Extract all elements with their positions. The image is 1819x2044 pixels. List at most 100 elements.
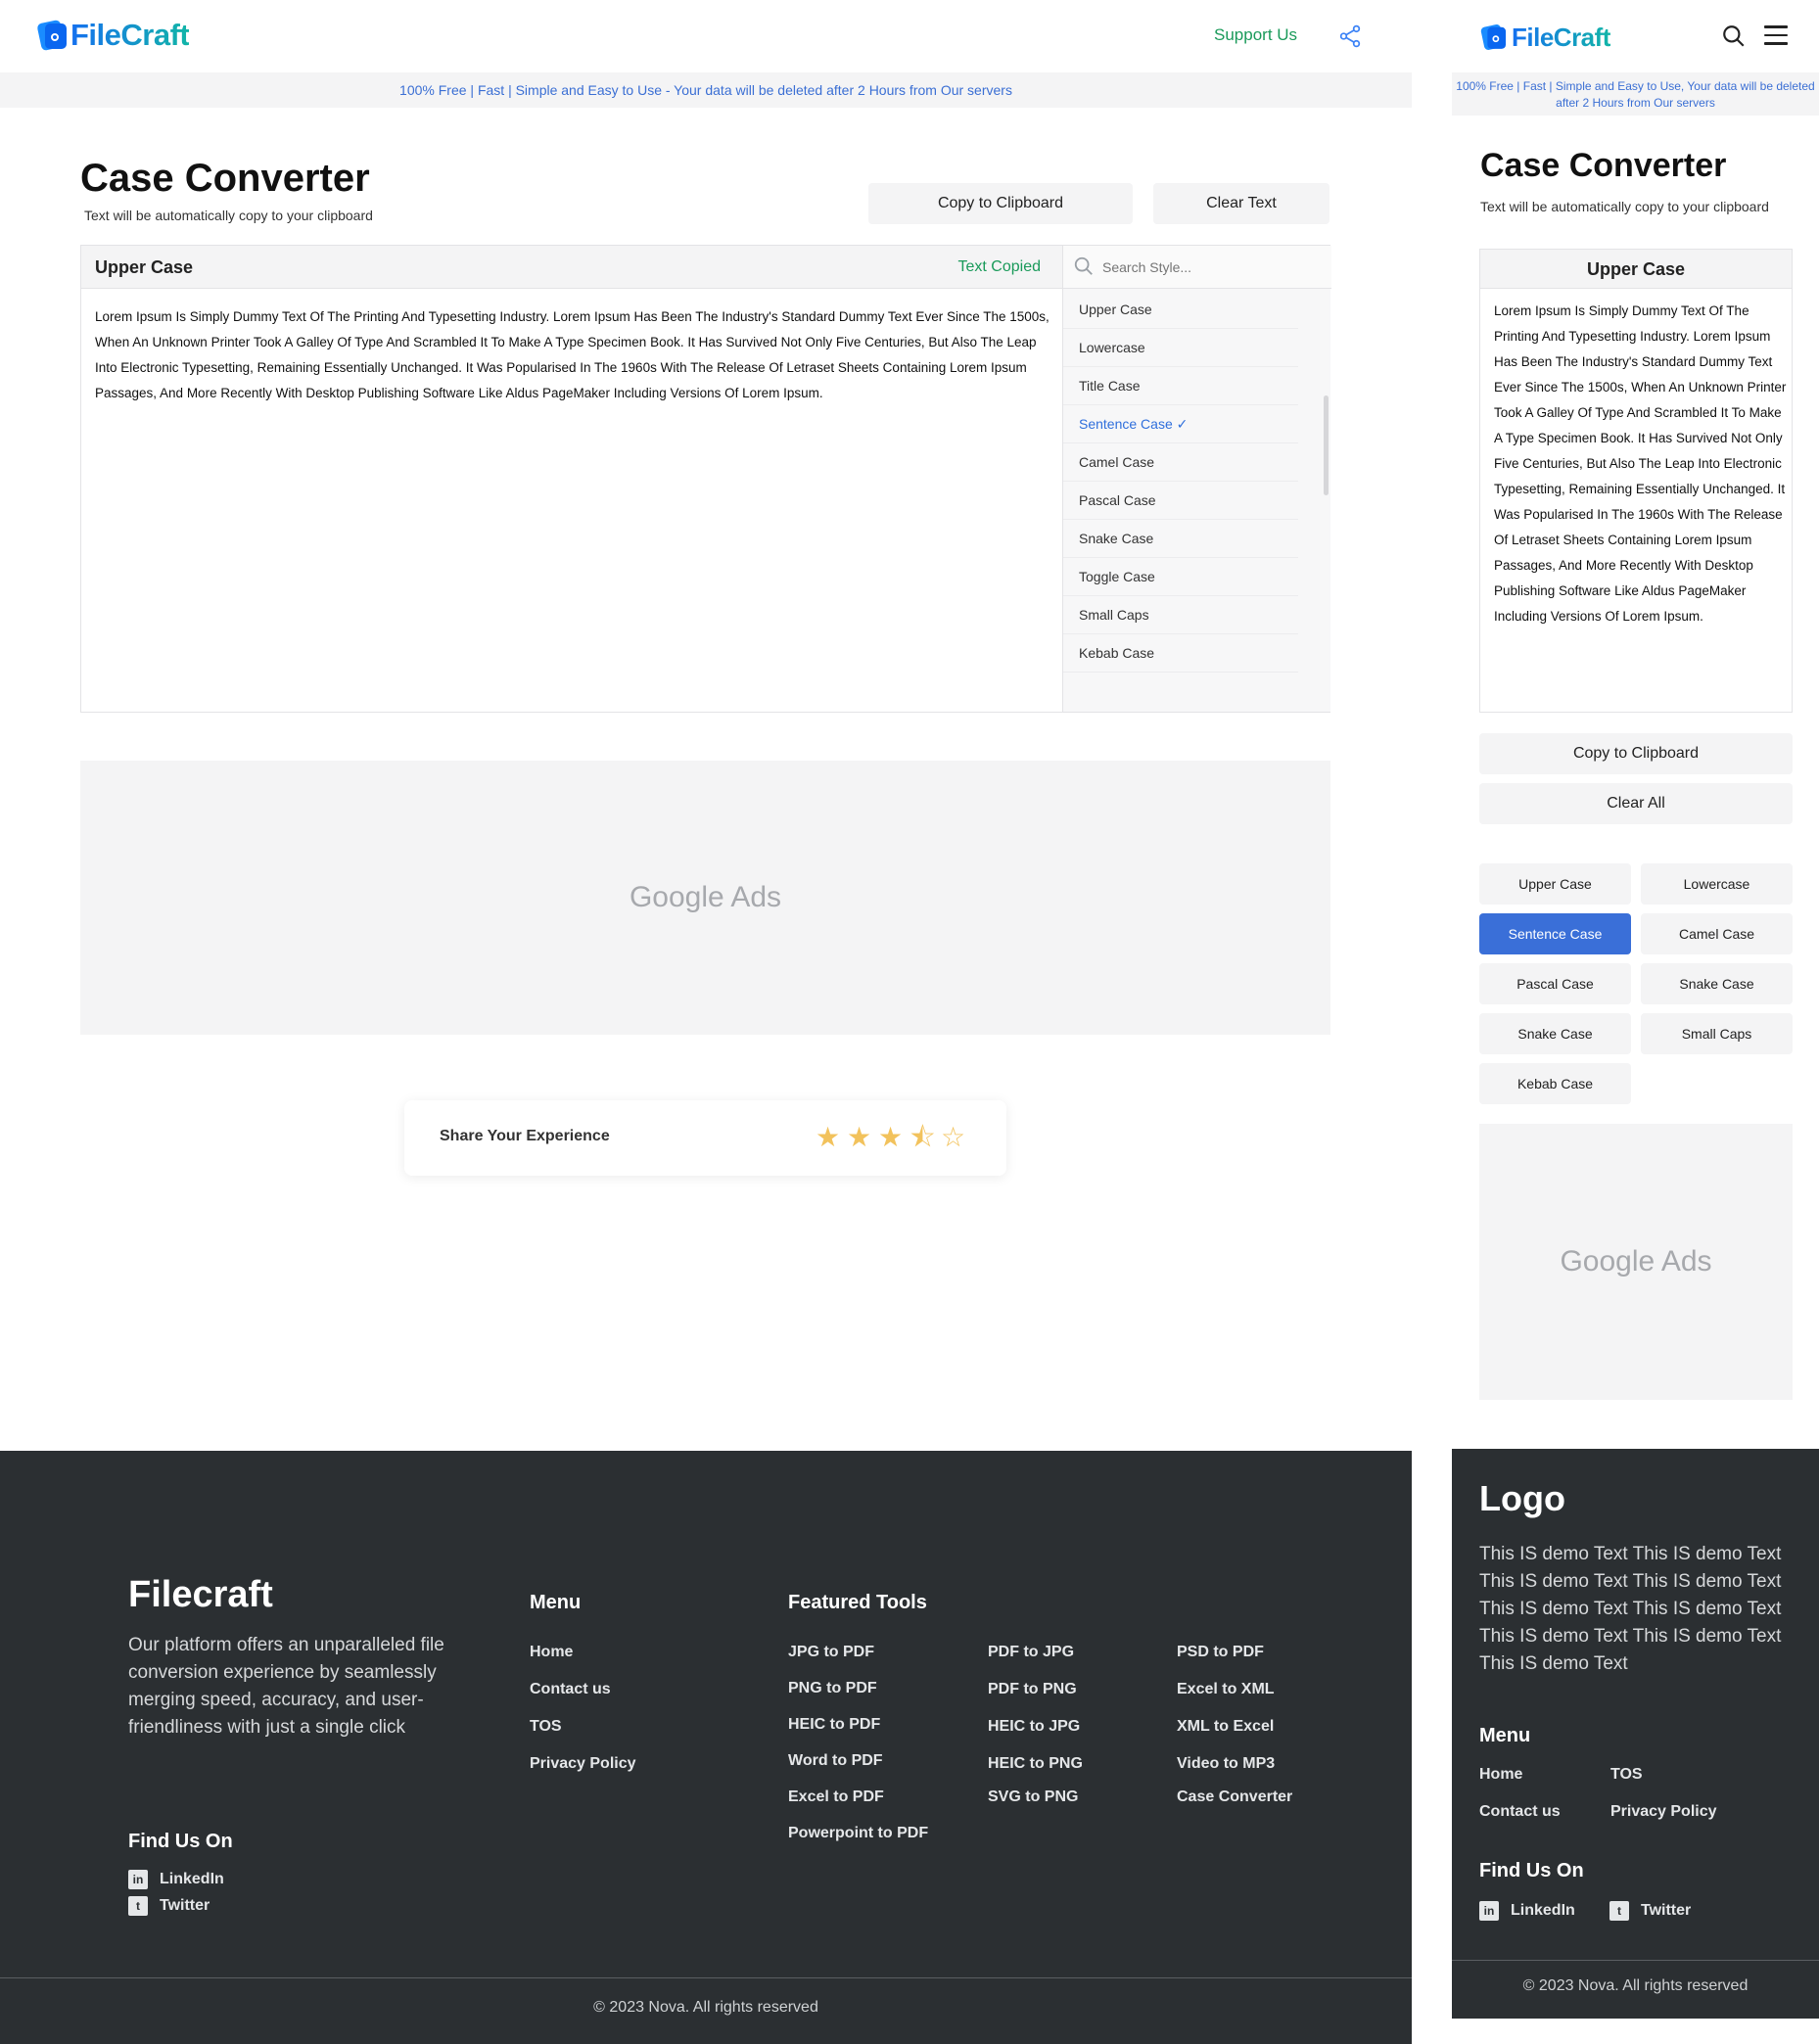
support-us-link[interactable]: Support Us <box>1214 25 1297 45</box>
mobile-footer-link-contact[interactable]: Contact us <box>1479 1803 1561 1821</box>
footer-tool-link[interactable]: HEIC to PDF <box>788 1716 928 1752</box>
clear-text-button[interactable]: Clear Text <box>1153 183 1329 224</box>
mobile-view: FileCraft 100% Free | Fast | Simple and … <box>1452 0 1819 2044</box>
mobile-footer-menu: Home TOS Contact us Privacy Policy <box>1479 1766 1793 1844</box>
star-full-icon[interactable]: ★ <box>816 1124 841 1151</box>
hamburger-menu-icon[interactable] <box>1764 25 1788 45</box>
footer-tool-link[interactable]: JPG to PDF <box>788 1644 928 1680</box>
mobile-text-editor: Upper Case Lorem Ipsum Is Simply Dummy T… <box>1479 249 1793 713</box>
mobile-footer-divider <box>1452 1960 1819 1961</box>
mobile-linkedin-link[interactable]: in LinkedIn <box>1479 1901 1575 1921</box>
twitter-label: Twitter <box>160 1897 210 1914</box>
style-option-pascal-case[interactable]: Pascal Case <box>1063 482 1298 520</box>
linkedin-link[interactable]: in LinkedIn <box>128 1870 224 1889</box>
star-full-icon[interactable]: ★ <box>847 1124 872 1151</box>
footer-menu: Home Contact us TOS Privacy Policy <box>530 1644 636 1792</box>
text-editor: Upper Case Text Copied Lorem Ipsum Is Si… <box>80 245 1331 713</box>
style-list-scrollbar[interactable] <box>1324 395 1329 495</box>
style-option-kebab-case[interactable]: Kebab Case <box>1063 634 1298 673</box>
footer-tools-col2: PDF to JPG PDF to PNG HEIC to JPG HEIC t… <box>988 1644 1083 1826</box>
style-list: Upper Case Lowercase Title Case Sentence… <box>1063 291 1318 673</box>
editor-mode-label: Upper Case <box>95 257 194 277</box>
star-empty-icon[interactable]: ☆ <box>941 1124 966 1151</box>
style-option-title-case[interactable]: Title Case <box>1063 367 1298 405</box>
share-icon[interactable] <box>1337 23 1363 49</box>
search-icon[interactable] <box>1721 23 1747 49</box>
chip-snake-case-2[interactable]: Snake Case <box>1479 1013 1631 1054</box>
style-option-small-caps[interactable]: Small Caps <box>1063 596 1298 634</box>
editor-textarea[interactable]: Lorem Ipsum Is Simply Dummy Text Of The … <box>95 304 1050 406</box>
footer-tool-link[interactable]: HEIC to PNG <box>988 1755 1083 1788</box>
mobile-footer-logo: Logo <box>1479 1478 1565 1518</box>
chip-upper-case[interactable]: Upper Case <box>1479 863 1631 905</box>
footer-tool-link[interactable]: PDF to JPG <box>988 1644 1083 1681</box>
footer-tool-link[interactable]: Excel to PDF <box>788 1788 928 1825</box>
footer-tool-link[interactable]: PSD to PDF <box>1177 1644 1292 1681</box>
chip-camel-case[interactable]: Camel Case <box>1641 913 1793 954</box>
style-option-sentence-case[interactable]: Sentence Case ✓ <box>1063 405 1298 443</box>
mobile-editor-textarea[interactable]: Lorem Ipsum Is Simply Dummy Text Of The … <box>1494 299 1788 629</box>
footer-tool-link[interactable]: Video to MP3 <box>1177 1755 1292 1788</box>
footer-tool-link[interactable]: Word to PDF <box>788 1752 928 1788</box>
footer-link-privacy[interactable]: Privacy Policy <box>530 1755 636 1792</box>
info-banner: 100% Free | Fast | Simple and Easy to Us… <box>0 72 1412 108</box>
footer-tool-link[interactable]: HEIC to JPG <box>988 1718 1083 1755</box>
desktop-view: FileCraft Support Us 100% Free | Fast | … <box>0 0 1412 2044</box>
find-us-title: Find Us On <box>128 1831 233 1852</box>
brand-logo[interactable]: FileCraft <box>36 18 190 53</box>
star-half-icon[interactable]: ⯪ <box>910 1124 936 1151</box>
mobile-footer-about: This IS demo Text This IS demo Text This… <box>1479 1544 1782 1674</box>
mobile-copy-button[interactable]: Copy to Clipboard <box>1479 733 1793 774</box>
footer-about: Our platform offers an unparalleled file… <box>128 1635 444 1738</box>
style-search-input[interactable] <box>1102 256 1318 279</box>
footer-tool-link[interactable]: Excel to XML <box>1177 1681 1292 1718</box>
star-rating[interactable]: ★ ★ ★ ⯪ ☆ <box>816 1124 966 1151</box>
style-search <box>1063 246 1331 289</box>
copied-status: Text Copied <box>957 258 1042 275</box>
chip-sentence-case[interactable]: Sentence Case <box>1479 913 1631 954</box>
mobile-twitter-link[interactable]: t Twitter <box>1609 1901 1691 1921</box>
footer-tools-title: Featured Tools <box>788 1592 927 1613</box>
style-option-lowercase[interactable]: Lowercase <box>1063 329 1298 367</box>
mobile-copyright-text: © 2023 Nova. All rights reserved <box>1522 1977 1749 1994</box>
twitter-link[interactable]: t Twitter <box>128 1896 210 1916</box>
ad-placeholder: Google Ads <box>80 761 1330 1035</box>
style-option-camel-case[interactable]: Camel Case <box>1063 443 1298 482</box>
brand-name: FileCraft <box>70 18 190 52</box>
logo-icon <box>36 19 69 52</box>
chip-small-caps[interactable]: Small Caps <box>1641 1013 1793 1054</box>
logo-icon <box>1479 23 1508 51</box>
style-panel: Upper Case Lowercase Title Case Sentence… <box>1062 246 1331 712</box>
site-footer: Filecraft Our platform offers an unparal… <box>0 1451 1412 2044</box>
style-option-toggle-case[interactable]: Toggle Case <box>1063 558 1298 596</box>
mobile-page-title: Case Converter <box>1480 147 1727 184</box>
footer-tool-link[interactable]: PDF to PNG <box>988 1681 1083 1718</box>
chip-lowercase[interactable]: Lowercase <box>1641 863 1793 905</box>
mobile-footer-link-home[interactable]: Home <box>1479 1766 1522 1784</box>
mobile-info-banner: 100% Free | Fast | Simple and Easy to Us… <box>1452 72 1819 116</box>
footer-link-home[interactable]: Home <box>530 1644 636 1681</box>
chip-kebab-case[interactable]: Kebab Case <box>1479 1063 1631 1104</box>
footer-link-tos[interactable]: TOS <box>530 1718 636 1755</box>
footer-tool-link[interactable]: Powerpoint to PDF <box>788 1825 928 1861</box>
mobile-find-us-title: Find Us On <box>1479 1860 1584 1881</box>
style-option-upper-case[interactable]: Upper Case <box>1063 291 1298 329</box>
mobile-clear-all-button[interactable]: Clear All <box>1479 783 1793 824</box>
chip-pascal-case[interactable]: Pascal Case <box>1479 963 1631 1004</box>
copy-to-clipboard-button[interactable]: Copy to Clipboard <box>868 183 1133 224</box>
footer-tool-link[interactable]: SVG to PNG <box>988 1788 1083 1826</box>
site-header: FileCraft Support Us <box>0 0 1412 72</box>
mobile-footer-link-tos[interactable]: TOS <box>1610 1766 1643 1784</box>
chip-snake-case[interactable]: Snake Case <box>1641 963 1793 1004</box>
footer-link-contact[interactable]: Contact us <box>530 1681 636 1718</box>
mobile-brand-logo[interactable]: FileCraft <box>1479 22 1610 53</box>
footer-tools-col1: JPG to PDF PNG to PDF HEIC to PDF Word t… <box>788 1644 928 1861</box>
style-option-snake-case[interactable]: Snake Case <box>1063 520 1298 558</box>
mobile-footer-link-privacy[interactable]: Privacy Policy <box>1610 1803 1717 1821</box>
twitter-icon: t <box>128 1896 148 1916</box>
star-full-icon[interactable]: ★ <box>878 1124 904 1151</box>
footer-tool-link[interactable]: Case Converter <box>1177 1788 1292 1826</box>
footer-tool-link[interactable]: XML to Excel <box>1177 1718 1292 1755</box>
footer-tool-link[interactable]: PNG to PDF <box>788 1680 928 1716</box>
linkedin-icon: in <box>128 1870 148 1889</box>
